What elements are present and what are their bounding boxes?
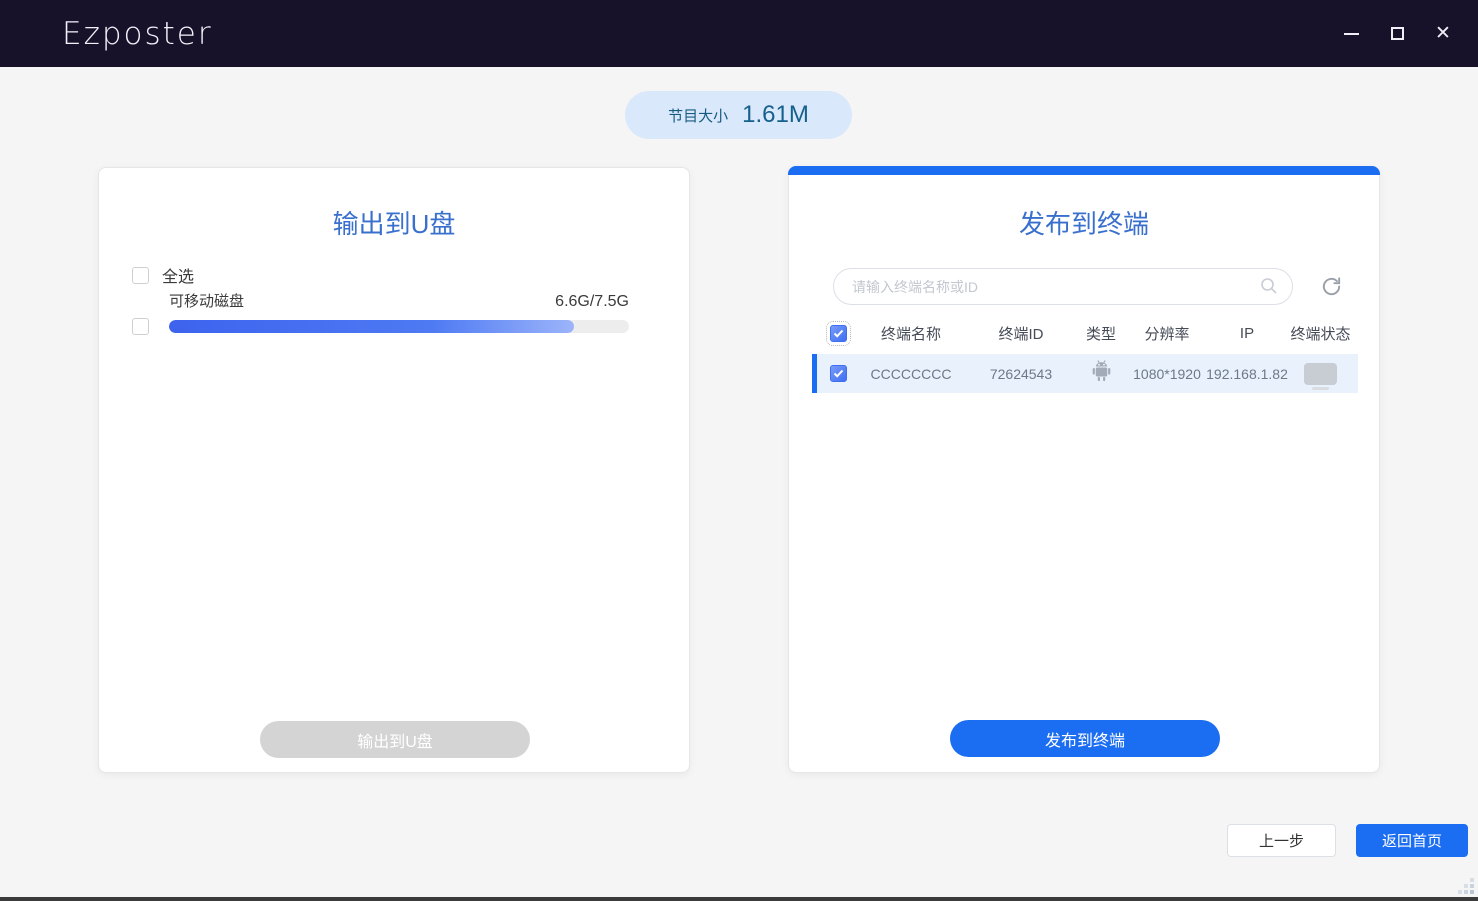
terminal-name-cell: CCCCCCCC [859, 366, 963, 382]
output-to-usb-button[interactable]: 输出到U盘 [260, 721, 530, 758]
app-window: Ezposter ✕ 节目大小 1.61M 输出到U盘 全选 可移动磁盘 [0, 0, 1478, 901]
disk-info-line: 可移动磁盘 6.6G/7.5G [132, 290, 629, 311]
disk-usage: 6.6G/7.5G [555, 293, 629, 311]
maximize-icon [1391, 27, 1404, 40]
titlebar: Ezposter ✕ [0, 0, 1478, 67]
disk-progress-track [169, 320, 629, 333]
terminal-search-row [833, 268, 1357, 305]
previous-step-button[interactable]: 上一步 [1227, 824, 1336, 857]
panel-accent-strip [788, 166, 1380, 175]
usb-panel-title: 输出到U盘 [99, 204, 689, 241]
terminal-ip-cell: 192.168.1.82 [1211, 366, 1283, 382]
column-header-ip: IP [1211, 325, 1283, 342]
column-header-terminal-id: 终端ID [963, 323, 1079, 344]
disk-checkbox[interactable] [132, 318, 149, 335]
usb-output-panel: 输出到U盘 全选 可移动磁盘 6.6G/7.5G 输出到U盘 [98, 167, 690, 773]
column-header-resolution: 分辨率 [1123, 323, 1211, 344]
terminal-type-cell [1079, 359, 1123, 389]
select-all-checkbox[interactable] [132, 267, 149, 284]
disk-bar-row [132, 318, 629, 335]
search-icon[interactable] [1259, 276, 1279, 301]
select-all-label: 全选 [162, 263, 194, 287]
terminal-resolution-cell: 1080*1920 [1123, 366, 1211, 382]
window-bottom-edge [0, 897, 1478, 901]
terminal-id-cell: 72624543 [963, 366, 1079, 382]
program-size-label: 节目大小 [668, 105, 728, 126]
close-icon: ✕ [1435, 24, 1451, 43]
search-box [833, 268, 1293, 305]
publish-to-terminal-button[interactable]: 发布到终端 [950, 720, 1220, 757]
terminal-panel-title: 发布到终端 [789, 204, 1379, 241]
android-icon [1090, 359, 1113, 389]
terminal-status-offline-icon [1304, 363, 1337, 385]
app-logo: Ezposter [62, 16, 213, 52]
header-checkbox-cell [817, 325, 859, 342]
program-size-value: 1.61M [742, 101, 809, 129]
column-header-type: 类型 [1079, 323, 1123, 344]
program-size-badge: 节目大小 1.61M [625, 91, 852, 139]
disk-progress-fill [169, 320, 574, 333]
resize-grip[interactable] [1470, 890, 1474, 894]
minimize-button[interactable] [1328, 11, 1374, 57]
disk-name: 可移动磁盘 [169, 290, 244, 311]
terminal-publish-panel: 发布到终端 [788, 166, 1380, 773]
window-controls: ✕ [1328, 11, 1466, 57]
terminal-table: 终端名称 终端ID 类型 分辨率 IP 终端状态 CCCCCCCC 726245… [812, 316, 1358, 393]
maximize-button[interactable] [1374, 11, 1420, 57]
removable-disk-item: 可移动磁盘 6.6G/7.5G [132, 290, 629, 335]
terminal-table-row[interactable]: CCCCCCCC 72624543 [812, 354, 1358, 393]
minimize-icon [1344, 33, 1359, 35]
row-checkbox-cell [817, 365, 859, 382]
terminal-status-cell [1283, 363, 1358, 385]
close-button[interactable]: ✕ [1420, 11, 1466, 57]
select-all-row: 全选 [132, 263, 194, 287]
header-select-all-checkbox[interactable] [830, 325, 847, 342]
terminal-table-header: 终端名称 终端ID 类型 分辨率 IP 终端状态 [812, 316, 1358, 350]
refresh-icon[interactable] [1320, 275, 1343, 298]
row-checkbox[interactable] [830, 365, 847, 382]
column-header-terminal-name: 终端名称 [859, 323, 963, 344]
return-home-button[interactable]: 返回首页 [1356, 824, 1468, 857]
column-header-status: 终端状态 [1283, 323, 1358, 344]
terminal-search-input[interactable] [833, 268, 1293, 305]
